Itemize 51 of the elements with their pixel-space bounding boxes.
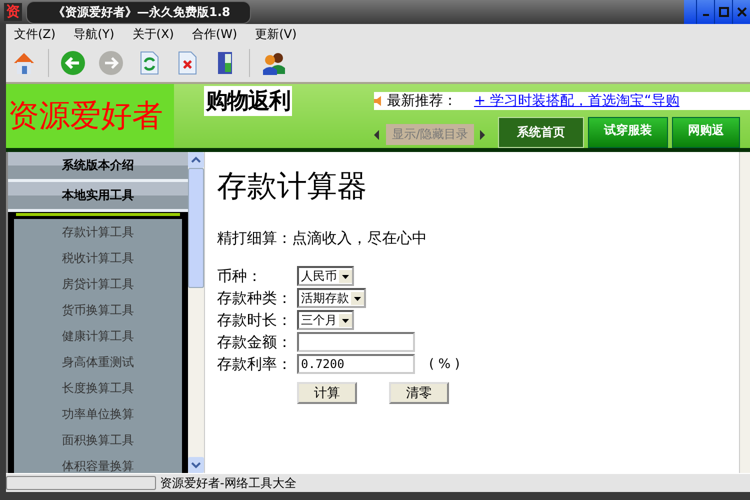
scroll-up-icon[interactable] [188,152,204,168]
scrollbar[interactable] [188,152,205,473]
tab[interactable]: 系统首页 [498,117,584,148]
sidebar-item[interactable]: 长度换算工具 [14,375,182,401]
ticker-link[interactable]: + 学习时装搭配，首选淘宝“导购 [474,92,680,110]
scroll-down-icon[interactable] [188,457,204,473]
ad-banner[interactable]: 购物返利 [204,86,292,116]
dropdown[interactable]: 三个月 [297,310,354,330]
form-button[interactable]: 清零 [389,382,449,404]
logo: 资源爱好者 [6,84,174,148]
sidebar-item[interactable]: 面积换算工具 [14,427,182,453]
field-label: 存款种类： [217,288,293,308]
sidebar-item[interactable]: 货币换算工具 [14,297,182,323]
subtitle: 精打细算：点滴收入，尽在心中 [217,229,428,248]
scroll-left-icon[interactable] [374,130,380,140]
sidebar-section[interactable]: 系统版本介绍 [8,152,188,182]
sidebar-item[interactable]: 税收计算工具 [14,245,182,271]
ticker-label: 最新推荐： [387,92,457,110]
menu-item[interactable]: 文件(Z) [14,26,56,42]
input-field[interactable] [297,332,415,352]
scrollbar[interactable] [739,152,750,473]
app-icon: 资 [4,3,22,21]
sidebar-item[interactable]: 身高体重测试 [14,349,182,375]
scroll-right-icon[interactable] [480,130,486,140]
status-text: 资源爱好者-网络工具大全 [160,474,296,492]
minimize-icon [702,14,708,16]
field-label: 币种： [217,266,263,286]
sidebar-item[interactable]: 功率单位换算 [14,401,182,427]
input-field[interactable]: 0.7200 [297,354,415,374]
maximize-icon [718,7,728,17]
window-title: 《资源爱好者》—永久免费版1.8 [26,0,252,24]
field-label: 存款金额： [217,332,293,352]
dropdown[interactable]: 人民币 [297,266,354,286]
unit-label: ( % ) [429,356,460,372]
menu-item[interactable]: 关于(X) [132,26,174,42]
sidebar-item[interactable]: 健康计算工具 [14,323,182,349]
field-label: 存款利率： [217,354,293,374]
field-label: 存款时长： [217,310,293,330]
page-title: 存款计算器 [217,168,368,206]
speaker-icon [374,94,384,106]
sidebar-item[interactable]: 房贷计算工具 [14,271,182,297]
close-icon [736,7,746,17]
sidebar-item[interactable]: 存款计算工具 [14,219,182,245]
menu-item[interactable]: 更新(V) [255,26,297,42]
sidebar-section[interactable]: 本地实用工具 [8,182,188,212]
dropdown[interactable]: 活期存款 [297,288,366,308]
form-button[interactable]: 计算 [297,382,357,404]
users-icon [261,50,287,76]
sidebar-item[interactable]: 体积容量换算 [14,453,182,473]
menu-item[interactable]: 导航(Y) [74,26,114,42]
menu-item[interactable]: 合作(W) [192,26,238,42]
